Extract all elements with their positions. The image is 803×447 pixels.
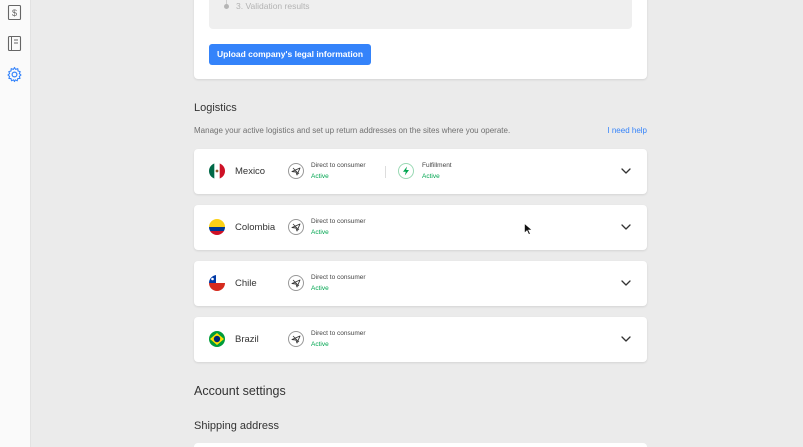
shipping-address-card (194, 443, 647, 447)
mode-name: Direct to consumer (311, 274, 366, 281)
ledger-icon[interactable] (6, 35, 23, 52)
chevron-down-icon[interactable] (619, 276, 633, 290)
sidebar: $ (0, 0, 31, 447)
logistics-title: Logistics (194, 102, 237, 114)
chile-flag-icon (209, 275, 225, 291)
validation-step-label: 3. Validation results (236, 1, 310, 11)
chevron-down-icon[interactable] (619, 220, 633, 234)
mexico-flag-icon (209, 163, 225, 179)
step-dot (224, 4, 229, 9)
svg-text:$: $ (12, 8, 17, 18)
mouse-cursor-icon (524, 223, 533, 235)
colombia-flag-icon (209, 219, 225, 235)
upload-legal-info-button[interactable]: Upload company's legal information (209, 44, 372, 65)
mode-name: Direct to consumer (311, 218, 366, 225)
logistics-row-brazil[interactable]: Brazil Direct to consumer Active (194, 317, 647, 362)
country-name: Chile (235, 278, 257, 289)
country-name: Colombia (235, 222, 276, 233)
shipping-address-title: Shipping address (194, 420, 280, 432)
brazil-flag-icon (209, 331, 225, 347)
plane-icon (288, 163, 304, 179)
plane-icon (288, 275, 304, 291)
gear-icon[interactable] (6, 66, 23, 83)
mode-status: Active (311, 285, 329, 292)
validation-steps: 3. Validation results (209, 0, 632, 29)
dollar-receipt-icon[interactable]: $ (6, 4, 23, 21)
mode-name: Fulfillment (422, 162, 452, 169)
help-link[interactable]: I need help (607, 126, 647, 135)
mode-status: Active (311, 173, 329, 180)
mode-name: Direct to consumer (311, 162, 366, 169)
plane-icon (288, 331, 304, 347)
mode-status: Active (422, 173, 440, 180)
plane-icon (288, 219, 304, 235)
logistics-description: Manage your active logistics and set up … (194, 126, 511, 135)
account-settings-title: Account settings (194, 384, 286, 398)
logistics-row-chile[interactable]: Chile Direct to consumer Active (194, 261, 647, 306)
logistics-row-colombia[interactable]: Colombia Direct to consumer Active (194, 205, 647, 250)
chevron-down-icon[interactable] (619, 164, 633, 178)
country-name: Mexico (235, 166, 266, 177)
logistics-row-mexico[interactable]: Mexico Direct to consumer Active Fulfill… (194, 149, 647, 194)
mode-status: Active (311, 229, 329, 236)
mode-name: Direct to consumer (311, 330, 366, 337)
legal-info-card: 3. Validation results Upload company's l… (194, 0, 647, 79)
mode-status: Active (311, 341, 329, 348)
country-name: Brazil (235, 334, 259, 345)
lightning-icon (398, 163, 414, 179)
mode-divider (385, 166, 386, 178)
chevron-down-icon[interactable] (619, 332, 633, 346)
